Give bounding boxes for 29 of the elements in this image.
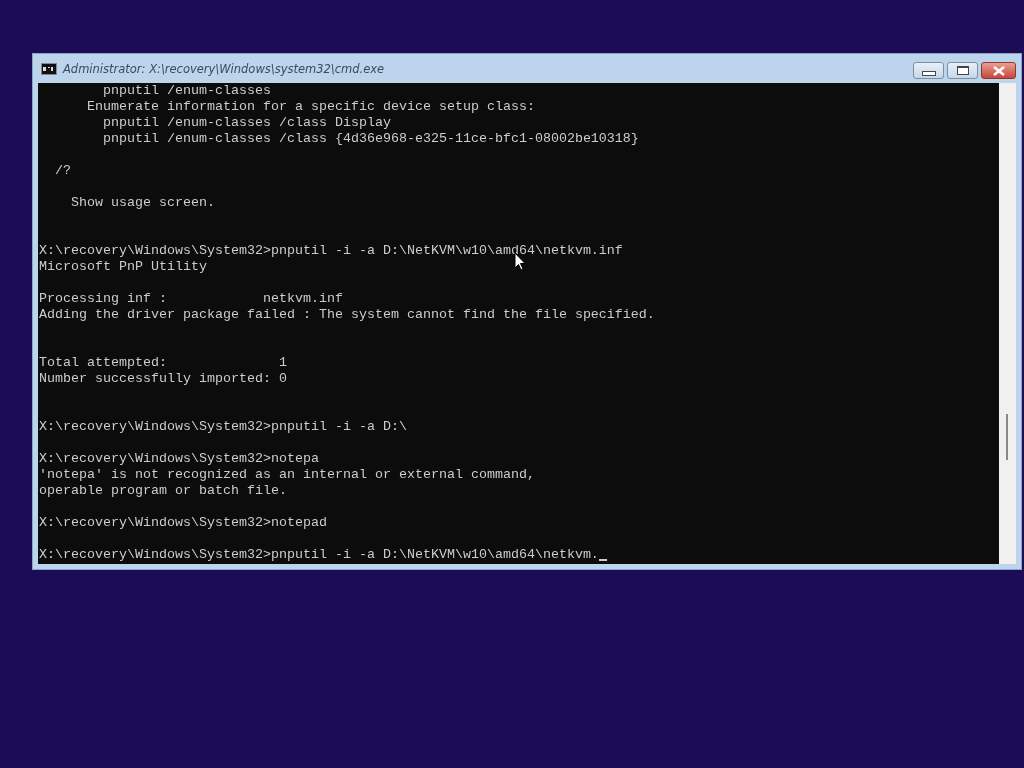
console-line: pnputil /enum-classes [102,83,271,98]
window-title: Administrator: X:\recovery\Windows\system32\cmd.exe [63,61,385,76]
maximize-button[interactable] [947,62,978,79]
console-line: pnputil /enum-classes /class {4d36e968-e325-11ce-bfc1-08002be10318} [102,131,639,146]
console-line: Total attempted: 1 [39,355,287,370]
console-line: 'notepa' is not recognized as an internal or external command, [39,467,535,482]
console-line: Number successfully imported: 0 [39,371,287,386]
console-line: Microsoft PnP Utility [39,259,207,274]
maximize-icon [956,66,969,75]
scrollbar[interactable] [999,83,1016,564]
console-line: X:\recovery\Windows\System32>notepad [39,515,327,530]
console-app-icon [41,62,57,75]
minimize-icon [921,70,936,76]
console-line: Show usage screen. [70,195,215,210]
close-icon [991,65,1006,76]
console-line: Processing inf : netkvm.inf [39,291,343,306]
console-line: operable program or batch file. [39,483,287,498]
pointer-icon [514,252,526,271]
console-line: pnputil /enum-classes /class Display [102,115,391,130]
scrollbar-thumb[interactable] [1006,414,1008,460]
close-button[interactable] [981,62,1016,79]
console-line: Adding the driver package failed : The system cannot find the file specified. [39,307,655,322]
console-line: X:\recovery\Windows\System32>pnputil -i -a D:\NetKVM\w10\amd64\netkvm.inf [39,243,623,258]
console-line: X:\recovery\Windows\System32>notepa [39,451,319,466]
console-line: /? [54,163,71,178]
console-line: X:\recovery\Windows\System32>pnputil -i -a D:\NetKVM\w10\amd64\netkvm. [39,547,599,562]
console-line: Enumerate information for a specific device setup class: [86,99,535,114]
console-line: X:\recovery\Windows\System32>pnputil -i -a D:\ [39,419,407,434]
minimize-button[interactable] [913,62,944,79]
